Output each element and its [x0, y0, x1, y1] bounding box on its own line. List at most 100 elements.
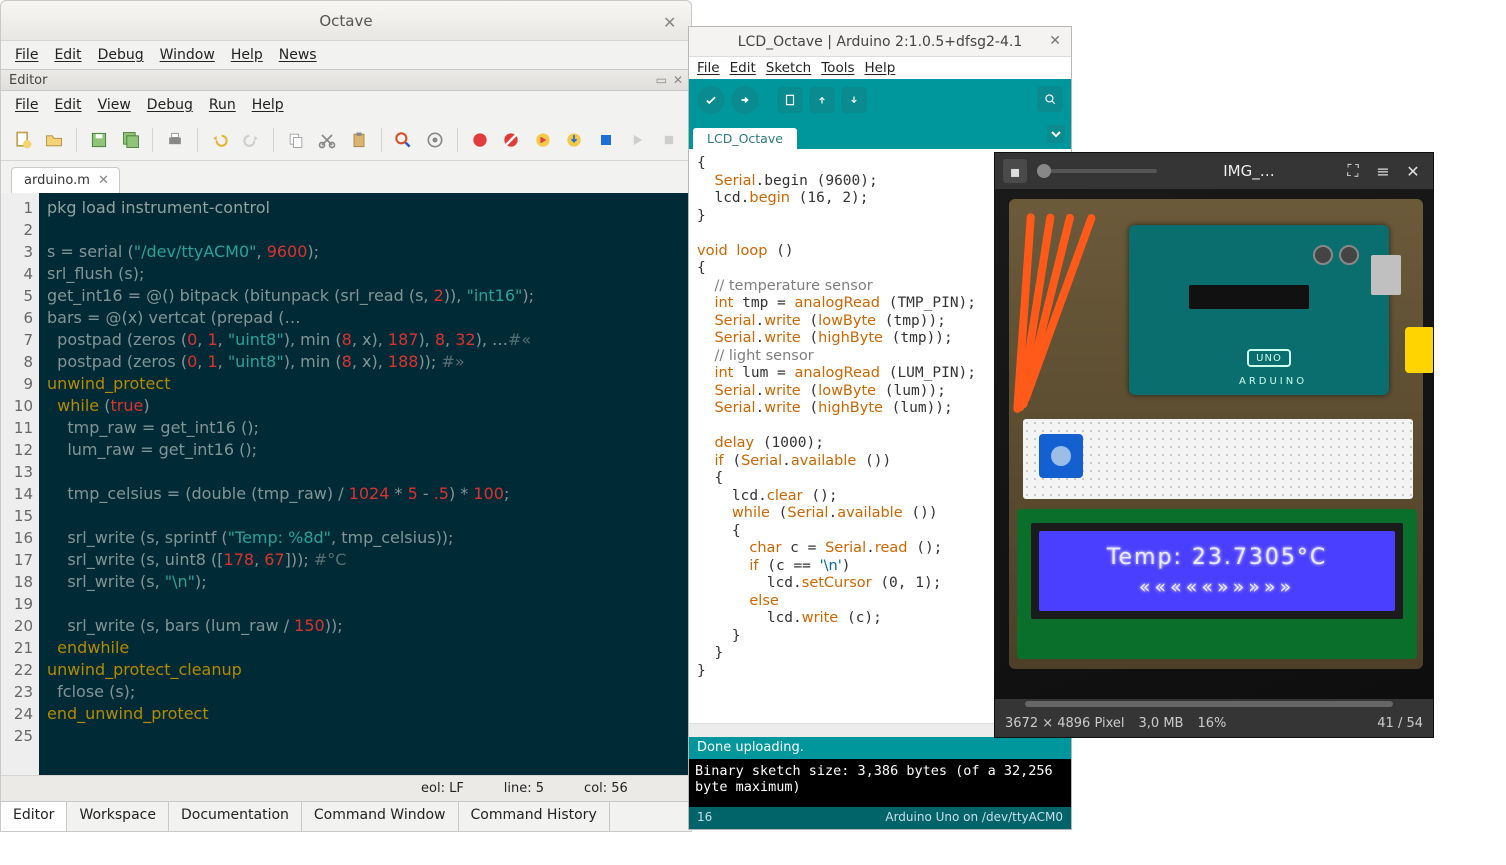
menu-icon[interactable]: ≡ [1371, 159, 1395, 183]
menu-edit[interactable]: Edit [54, 47, 81, 63]
continue-icon[interactable] [626, 127, 650, 153]
arduino-menu-file[interactable]: File [697, 60, 720, 76]
tab-command-window[interactable]: Command Window [302, 802, 459, 831]
file-tab-label: arduino.m [24, 173, 90, 188]
image-zoom: 16% [1197, 716, 1226, 731]
editor-menu-run[interactable]: Run [209, 97, 236, 113]
octave-window: Octave ✕ File Edit Debug Window Help New… [0, 0, 692, 832]
image-viewer-window: ▪ IMG_… ⛶ ≡ ✕ UNO ARDUINO [994, 152, 1434, 738]
new-sketch-button[interactable] [777, 87, 803, 113]
menu-help[interactable]: Help [231, 47, 263, 63]
file-tab-arduino[interactable]: arduino.m ✕ [11, 167, 120, 193]
tab-workspace[interactable]: Workspace [67, 802, 169, 831]
new-file-icon[interactable] [11, 127, 35, 153]
cut-icon[interactable] [316, 127, 340, 153]
clear-breakpoint-icon[interactable] [499, 127, 523, 153]
stop-icon[interactable] [657, 127, 681, 153]
image-titlebar[interactable]: ▪ IMG_… ⛶ ≡ ✕ [995, 153, 1433, 189]
editor-statusbar: eol: LF line: 5 col: 56 [1, 775, 691, 801]
save-all-icon[interactable] [119, 127, 143, 153]
image-filename: IMG_… [1167, 162, 1331, 180]
editor-menu-edit[interactable]: Edit [54, 97, 81, 113]
tab-menu-icon[interactable] [1047, 125, 1065, 143]
arduino-menu-edit[interactable]: Edit [730, 60, 756, 76]
paste-icon[interactable] [347, 127, 371, 153]
step-icon[interactable] [531, 127, 555, 153]
save-icon[interactable] [87, 127, 111, 153]
editor-menu-view[interactable]: View [98, 97, 131, 113]
lcd-line1: Temp: 23.7305°C [1107, 545, 1327, 570]
redo-icon[interactable] [239, 127, 263, 153]
arduino-titlebar[interactable]: LCD_Octave | Arduino 2:1.0.5+dfsg2-4.1 ✕ [689, 27, 1071, 57]
zoom-slider[interactable] [1037, 169, 1157, 173]
photo-arduino-uno: UNO ARDUINO [1129, 225, 1389, 395]
arduino-menubar: File Edit Sketch Tools Help [689, 57, 1071, 79]
collapse-icon[interactable]: ▪ [1003, 159, 1027, 183]
image-counter: 41 / 54 [1377, 716, 1423, 731]
close-icon[interactable]: ✕ [1049, 33, 1061, 49]
upload-button[interactable] [731, 86, 759, 114]
footer-port: Arduino Uno on /dev/ttyACM0 [885, 810, 1063, 826]
open-sketch-button[interactable] [809, 87, 835, 113]
file-tabstrip: arduino.m ✕ [1, 161, 691, 193]
image-dimensions: 3672 × 4896 Pixel [1005, 716, 1125, 731]
status-eol: eol: LF [421, 781, 464, 796]
tab-editor[interactable]: Editor [1, 802, 67, 831]
lcd-line2: «««««»»»»» [1139, 576, 1295, 598]
status-line: line: 5 [504, 781, 544, 796]
editor-panel-header: Editor ▭ ✕ [1, 69, 691, 91]
sketch-tab[interactable]: LCD_Octave [693, 128, 797, 149]
editor-panel-label: Editor [9, 73, 47, 88]
image-canvas[interactable]: UNO ARDUINO Temp: 23.7305°C «««««»»»»» [995, 189, 1433, 699]
menu-news[interactable]: News [279, 47, 317, 63]
photo-board: UNO ARDUINO Temp: 23.7305°C «««««»»»»» [1009, 199, 1423, 669]
serial-monitor-button[interactable] [1037, 86, 1063, 112]
workspace-tabs: Editor Workspace Documentation Command W… [1, 801, 691, 831]
editor-menu-help[interactable]: Help [252, 97, 284, 113]
editor-menu-file[interactable]: File [15, 97, 38, 113]
editor-menu-debug[interactable]: Debug [147, 97, 193, 113]
close-icon[interactable]: ✕ [1401, 159, 1425, 183]
tab-documentation[interactable]: Documentation [169, 802, 302, 831]
step-out-icon[interactable] [594, 127, 618, 153]
photo-potentiometer [1039, 434, 1083, 478]
print-icon[interactable] [163, 127, 187, 153]
arduino-menu-sketch[interactable]: Sketch [766, 60, 811, 76]
tab-command-history[interactable]: Command History [459, 802, 610, 831]
verify-button[interactable] [697, 86, 725, 114]
arduino-status: Done uploading. [689, 737, 1071, 759]
footer-line: 16 [697, 810, 712, 826]
undock-icon[interactable]: ▭ [656, 73, 667, 87]
save-sketch-button[interactable] [841, 87, 867, 113]
close-icon[interactable]: ✕ [663, 13, 679, 29]
copy-icon[interactable] [284, 127, 308, 153]
code-editor[interactable]: 1234567891011121314151617181920212223242… [1, 193, 691, 775]
run-config-icon[interactable] [423, 127, 447, 153]
undo-icon[interactable] [208, 127, 232, 153]
octave-title: Octave [319, 12, 372, 30]
panel-close-icon[interactable]: ✕ [673, 73, 683, 87]
arduino-title: LCD_Octave | Arduino 2:1.0.5+dfsg2-4.1 [738, 34, 1022, 50]
image-statusbar: 3672 × 4896 Pixel 3,0 MB 16% 41 / 54 [995, 709, 1433, 737]
menu-window[interactable]: Window [160, 47, 215, 63]
fullscreen-icon[interactable]: ⛶ [1341, 159, 1365, 183]
arduino-toolbar [689, 79, 1071, 121]
status-col: col: 56 [584, 781, 628, 796]
image-scrollbar[interactable] [995, 699, 1433, 709]
breakpoint-icon[interactable] [468, 127, 492, 153]
editor-toolbar [1, 119, 691, 161]
menu-file[interactable]: File [15, 47, 38, 63]
editor-menubar: File Edit View Debug Run Help [1, 91, 691, 119]
arduino-menu-help[interactable]: Help [865, 60, 896, 76]
octave-menubar: File Edit Debug Window Help News [1, 41, 691, 69]
arduino-console: Binary sketch size: 3,386 bytes (of a 32… [689, 759, 1071, 807]
line-gutter: 1234567891011121314151617181920212223242… [1, 193, 39, 775]
arduino-menu-tools[interactable]: Tools [821, 60, 854, 76]
code-content[interactable]: pkg load instrument-control s = serial (… [39, 193, 542, 775]
open-file-icon[interactable] [43, 127, 67, 153]
step-in-icon[interactable] [563, 127, 587, 153]
find-icon[interactable] [392, 127, 416, 153]
menu-debug[interactable]: Debug [98, 47, 144, 63]
octave-titlebar[interactable]: Octave ✕ [1, 1, 691, 41]
tab-close-icon[interactable]: ✕ [98, 173, 109, 188]
